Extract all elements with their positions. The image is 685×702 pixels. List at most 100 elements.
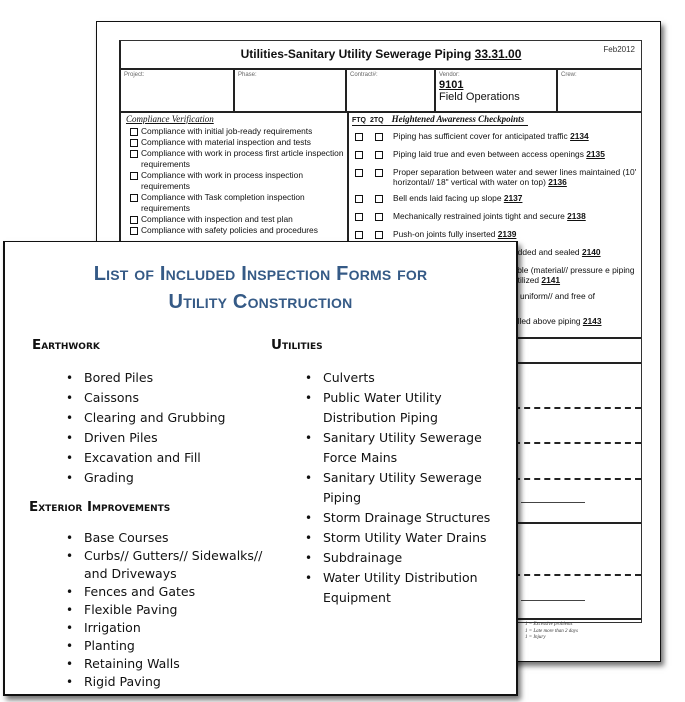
checkbox[interactable] bbox=[130, 128, 138, 136]
checkbox[interactable] bbox=[130, 172, 138, 181]
ftq-checkbox[interactable] bbox=[355, 213, 363, 221]
compliance-heading: Compliance Verification bbox=[126, 114, 214, 124]
checkbox[interactable] bbox=[130, 193, 138, 202]
list-item-text[interactable]: Driven Piles bbox=[84, 430, 158, 445]
list-item: • Water Utility Distribution Equipment bbox=[305, 568, 515, 608]
list-item: • Clearing and Grubbing bbox=[66, 408, 225, 428]
checkpoint-text: Piping has sufficient cover for anticipa… bbox=[393, 131, 568, 141]
list-item: • Culverts bbox=[305, 368, 515, 388]
compliance-item-text: Compliance with work in process inspecti… bbox=[141, 170, 303, 191]
list-item-text[interactable]: Sanitary Utility Sewerage Force Mains bbox=[323, 430, 482, 465]
compliance-item-text: Compliance with safety policies and proc… bbox=[141, 224, 318, 235]
list-item: • Caissons bbox=[66, 388, 225, 408]
exterior-improvements-list: • Base Courses • Curbs// Gutters// Sidewal… bbox=[66, 529, 274, 691]
checkbox[interactable] bbox=[130, 139, 138, 148]
list-item: • Excavation and Fill bbox=[66, 448, 225, 468]
ftq-checkbox[interactable] bbox=[355, 231, 363, 239]
list-item-text[interactable]: Sanitary Utility Sewerage Piping bbox=[323, 470, 482, 505]
list-item-text[interactable]: Storm Utility Water Drains bbox=[323, 530, 487, 545]
compliance-verification-section: Compliance Verification Compliance with … bbox=[121, 113, 349, 253]
list-item-text[interactable]: Rigid Paving bbox=[84, 674, 161, 689]
list-item-text[interactable]: Fences and Gates bbox=[84, 584, 195, 599]
checkpoint-number: 2139 bbox=[497, 229, 517, 239]
rating-legend: 1 = Excessive problems 1 = Late more tha… bbox=[525, 622, 578, 642]
list-item-text[interactable]: Bored Piles bbox=[84, 370, 153, 385]
list-item-text[interactable]: Storm Drainage Structures bbox=[323, 510, 490, 525]
list-item-text[interactable]: Base Courses bbox=[84, 530, 169, 545]
list-item: • Sanitary Utility Sewerage Piping bbox=[305, 468, 515, 508]
list-item-text[interactable]: Retaining Walls bbox=[84, 656, 180, 671]
checkpoint-number: 2140 bbox=[581, 247, 601, 257]
checkpoint-text: Bell ends laid facing up slope bbox=[393, 193, 502, 203]
vendor-field[interactable]: Vendor: 9101 Field Operations bbox=[436, 70, 558, 111]
signature-line[interactable] bbox=[521, 502, 585, 503]
crew-label: Crew: bbox=[561, 72, 577, 78]
bullet-icon: • bbox=[66, 391, 74, 405]
list-item-text[interactable]: Planting bbox=[84, 638, 135, 653]
checkpoint-text: Proper separation between water and sewe… bbox=[393, 167, 637, 188]
bullet-icon: • bbox=[66, 471, 74, 485]
list-item: • Sanitary Utility Sewerage Force Mains bbox=[305, 428, 515, 468]
ftq-checkbox[interactable] bbox=[355, 151, 363, 159]
checkbox[interactable] bbox=[130, 226, 138, 235]
list-item-text[interactable]: Public Water Utility Distribution Piping bbox=[323, 390, 442, 425]
compliance-item: Compliance with work in process first ar… bbox=[130, 148, 345, 169]
checkpoint-text: // uniform// and free of bbox=[513, 291, 595, 301]
list-item-text[interactable]: Water Utility Distribution Equipment bbox=[323, 570, 478, 605]
list-item-text[interactable]: Flexible Paving bbox=[84, 602, 177, 617]
legend-item: 1 = Injury bbox=[525, 635, 546, 640]
ftq-checkbox[interactable] bbox=[355, 195, 363, 203]
checkpoint-number: 2138 bbox=[567, 211, 586, 221]
bullet-icon: • bbox=[305, 371, 313, 385]
checkpoint-number: 2141 bbox=[541, 275, 561, 286]
2tq-checkbox[interactable] bbox=[375, 231, 383, 239]
list-item: • Bored Piles bbox=[66, 368, 225, 388]
phase-field[interactable]: Phase: bbox=[235, 70, 347, 111]
signature-line[interactable] bbox=[521, 600, 585, 601]
bullet-icon: • bbox=[305, 531, 313, 545]
crew-field[interactable]: Crew: bbox=[558, 70, 641, 111]
legend-item: 1 = Excessive problems bbox=[525, 622, 573, 627]
2tq-checkbox[interactable] bbox=[375, 195, 383, 203]
checkbox[interactable] bbox=[130, 150, 138, 159]
contract-label: Contract#: bbox=[350, 72, 378, 78]
2tq-checkbox[interactable] bbox=[375, 169, 383, 177]
list-item-text[interactable]: Caissons bbox=[84, 390, 139, 405]
bullet-icon: • bbox=[305, 551, 313, 565]
compliance-item: Compliance with material inspection and … bbox=[130, 137, 345, 148]
list-item-text[interactable]: Irrigation bbox=[84, 620, 141, 635]
bullet-icon: • bbox=[66, 621, 74, 635]
compliance-item: Compliance with Task completion inspecti… bbox=[130, 192, 345, 213]
page-title-line-1: List of Included Inspection Forms for bbox=[93, 263, 428, 285]
list-item-text[interactable]: Grading bbox=[84, 470, 134, 485]
list-item-text[interactable]: Subdrainage bbox=[323, 550, 402, 565]
checkpoint-number: 2135 bbox=[586, 149, 605, 159]
earthwork-list: • Bored Piles • Caissons • Clearing and Gru… bbox=[66, 368, 225, 488]
form-info-row: Project: Phase: Contract#: Vendor: 9101 … bbox=[121, 70, 641, 113]
checkbox[interactable] bbox=[130, 215, 138, 224]
list-item-text[interactable]: Excavation and Fill bbox=[84, 450, 201, 465]
bullet-icon: • bbox=[66, 657, 74, 671]
list-item: • Subdrainage bbox=[305, 548, 515, 568]
ftq-checkbox[interactable] bbox=[355, 169, 363, 177]
checkpoints-heading: Heightened Awareness Checkpoints bbox=[391, 114, 525, 124]
bullet-icon: • bbox=[66, 411, 74, 425]
2tq-checkbox[interactable] bbox=[375, 151, 383, 159]
checkpoint-text: tible (material// pressure e piping util… bbox=[513, 265, 635, 286]
2tq-column-label: 2TQ bbox=[370, 117, 384, 124]
page-title: List of Included Inspection Forms for Ut… bbox=[5, 260, 516, 316]
2tq-checkbox[interactable] bbox=[375, 213, 383, 221]
checkpoint-number: 2134 bbox=[570, 131, 589, 141]
project-field[interactable]: Project: bbox=[121, 70, 235, 111]
2tq-checkbox[interactable] bbox=[375, 133, 383, 141]
checkpoint-text: alled above piping bbox=[513, 316, 581, 326]
compliance-item-text: Compliance with initial job-ready requir… bbox=[141, 126, 313, 136]
list-item-text[interactable]: Curbs// Gutters// Sidewalks// and Drivew… bbox=[84, 548, 262, 581]
checkpoints-header: FTQ 2TQ Heightened Awareness Checkpoints bbox=[352, 114, 528, 126]
bullet-icon: • bbox=[66, 531, 74, 545]
list-item-text[interactable]: Culverts bbox=[323, 370, 375, 385]
contract-field[interactable]: Contract#: bbox=[347, 70, 436, 111]
list-item-text[interactable]: Clearing and Grubbing bbox=[84, 410, 225, 425]
ftq-checkbox[interactable] bbox=[355, 133, 363, 141]
list-item: • Storm Utility Water Drains bbox=[305, 528, 515, 548]
